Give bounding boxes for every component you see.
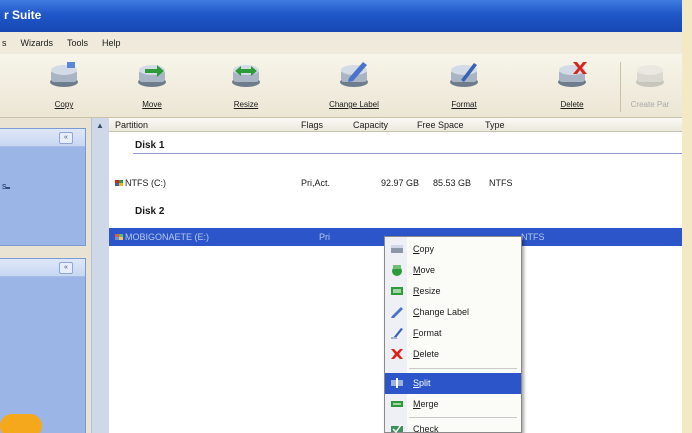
partition-row[interactable]: NTFS (C:) Pri,Act. 92.97 GB 85.53 GB NTF… [109,174,682,192]
collapse-panel-button-2[interactable]: « [59,262,73,274]
copy-icon [391,245,403,253]
expand-arrow-icon[interactable]: ▲ [96,121,104,130]
column-header-row: Partition Flags Capacity Free Space Type [109,118,682,132]
context-menu-label: Copy [413,244,435,254]
resize-icon [232,65,260,87]
partition-flags: Pri,Act. [301,178,331,188]
partition-type: NTFS [489,178,513,188]
panel-item-text[interactable]: s [2,181,7,191]
resize-button-label: Resize [233,100,259,109]
context-menu-item-delete[interactable]: Delete [385,344,521,365]
change-label-icon [340,62,368,87]
context-menu-label: Delete [413,349,440,359]
column-header-type[interactable]: Type [485,120,505,130]
panel-splitter[interactable]: ▲ [91,118,109,433]
change-label-button[interactable]: Change Label [314,58,394,116]
disk-divider [133,153,682,154]
column-header-partition[interactable]: Partition [115,120,148,130]
window-title: r Suite [4,8,42,22]
partition-free-space: 85.53 GB [433,178,472,188]
left-panel: « s « [0,118,91,433]
format-icon [450,63,478,87]
context-menu-item-resize[interactable]: Resize [385,281,521,302]
windows-partition-icon [115,180,123,186]
context-menu-label: Format [413,328,442,338]
disk-header: Disk 1 [109,134,682,154]
change-label-icon [391,307,403,318]
delete-button-label: Delete [560,100,584,109]
split-icon [391,378,403,388]
move-icon [138,65,166,87]
resize-icon [391,287,403,295]
create-partition-button[interactable]: Create Par [618,58,682,116]
column-header-free-space[interactable]: Free Space [417,120,464,130]
context-menu-label: Change Label [413,307,470,317]
format-icon [391,328,403,339]
change-label-button-label: Change Label [329,100,379,109]
context-menu-label: Resize [413,286,441,296]
context-menu-label: Merge [413,399,439,409]
partition-name: NTFS (C:) [125,178,166,188]
title-bar: r Suite [0,0,682,32]
context-menu-item-split[interactable]: Split [385,373,521,394]
move-button[interactable]: Move [112,58,192,116]
partition-capacity: 92.97 GB [381,178,420,188]
column-header-flags[interactable]: Flags [301,120,323,130]
menu-item-help[interactable]: Help [102,38,121,48]
delete-button[interactable]: Delete [532,58,612,116]
context-menu-item-merge[interactable]: Merge [385,394,521,415]
context-menu-label: Move [413,265,436,275]
copy-button[interactable]: Copy [24,58,104,116]
create-partition-button-label: Create Par [630,100,670,109]
collapse-panel-button[interactable]: « [59,132,73,144]
resize-button[interactable]: Resize [206,58,286,116]
page-badge [0,414,42,433]
toolbar: Copy Move Resize Change Label Format Del… [0,54,682,118]
task-panel-bottom: « [0,258,86,433]
partition-type: NTFS [521,232,545,242]
check-icon [391,424,403,433]
context-menu-label: Split [413,378,431,388]
merge-icon [391,401,403,407]
move-button-label: Move [142,100,162,109]
format-button[interactable]: Format [424,58,504,116]
context-menu-item-format[interactable]: Format [385,323,521,344]
menu-item-tools[interactable]: Tools [67,38,88,48]
context-menu-label: Check [413,424,439,433]
context-menu-separator [409,417,517,418]
context-menu-item-change-label[interactable]: Change Label [385,302,521,323]
menu-item-wizards[interactable]: Wizards [21,38,54,48]
disk-name: Disk 1 [135,140,165,151]
menu-bar: s Wizards Tools Help [0,32,682,54]
context-menu-item-copy[interactable]: Copy [385,239,521,260]
context-menu-separator [409,368,517,369]
copy-button-label: Copy [54,100,74,109]
context-menu: Copy Move Resize Change Label Format Del… [384,236,522,433]
move-icon [392,265,402,276]
menu-item-actions[interactable]: s [2,38,7,48]
partition-name: MOBIGONAETE (E:) [125,232,210,242]
delete-icon [391,349,403,359]
disk-name: Disk 2 [135,206,165,217]
column-header-capacity[interactable]: Capacity [353,120,388,130]
context-menu-item-check[interactable]: Check [385,419,521,433]
task-panel-top: « s [0,128,86,246]
context-menu-item-move[interactable]: Move [385,260,521,281]
create-partition-icon [636,65,664,87]
partition-flags: Pri [319,232,330,242]
format-button-label: Format [451,100,477,109]
windows-partition-icon [115,234,123,240]
disk-header: Disk 2 [109,200,682,220]
delete-icon [558,62,587,87]
copy-icon [50,62,78,87]
page-edge [682,0,692,433]
